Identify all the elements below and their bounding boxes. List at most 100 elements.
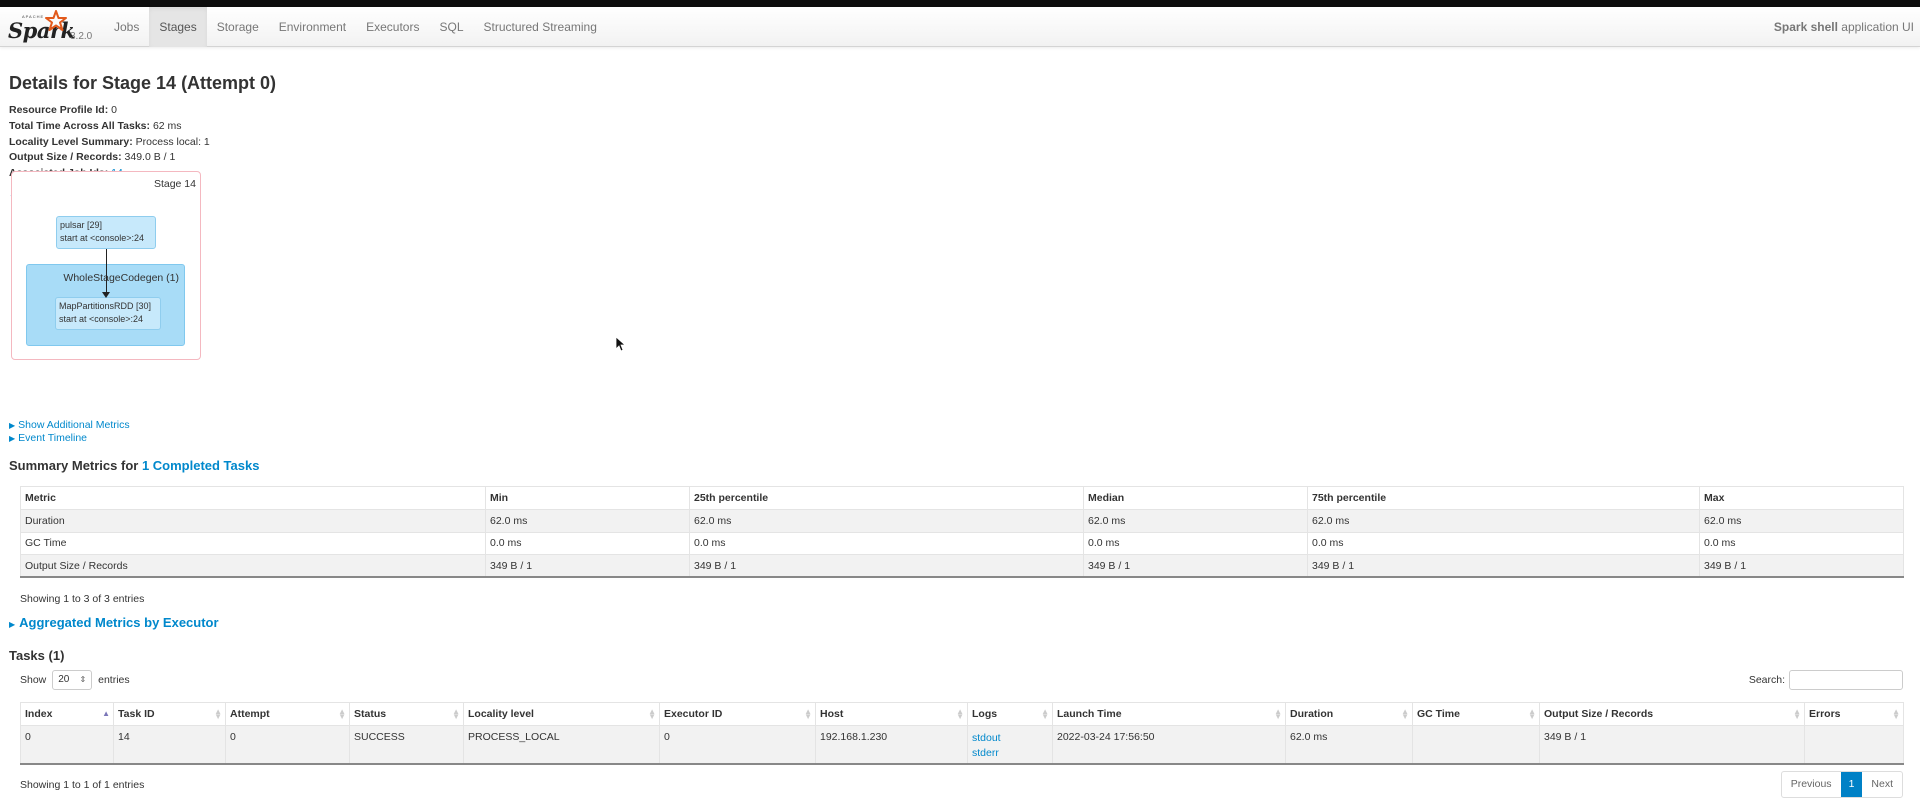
sort-icon: ▲ ▼ [452,707,460,721]
search-input[interactable] [1789,670,1903,690]
sort-icon: ▲ ▼ [1793,707,1801,721]
cell-output: 349 B / 1 [1539,725,1805,765]
header-label: Logs [972,708,998,720]
page-size-value: 20 [58,674,70,685]
dag-cluster-label: WholeStageCodegen (1) [63,272,179,284]
summary-total-time: Total Time Across All Tasks: 62 ms [9,119,1912,135]
event-timeline-toggle[interactable]: ▶ Event Timeline [9,432,87,444]
summary-label: Resource Profile Id: [9,104,109,116]
app-name: Spark shell [1773,20,1838,34]
cell-host: 192.168.1.230 [815,725,968,765]
table-cell: 0.0 ms [485,531,690,555]
table-cell: Duration [20,509,486,532]
summary-label: Locality Level Summary: [9,135,133,148]
column-header-index[interactable]: Index ▲ [20,702,114,726]
tasks-table-info: Showing 1 to 1 of 1 entries [20,779,145,791]
main-content: Details for Stage 14 (Attempt 0) Resourc… [9,47,1912,203]
summary-resource-profile: Resource Profile Id: 0 [9,103,1912,119]
cell-status: SUCCESS [349,725,464,765]
header-label: Errors [1809,708,1841,720]
column-header-min[interactable]: Min [485,486,690,510]
table-row: 0 14 0 SUCCESS PROCESS_LOCAL 0 192.168.1… [20,725,1904,765]
table-cell: 349 B / 1 [1083,554,1308,578]
show-additional-metrics-toggle[interactable]: ▶ Show Additional Metrics [9,419,130,431]
cell-executor-id: 0 [659,725,816,765]
dag-arrowhead-icon [102,292,110,298]
page-size-select[interactable]: 20 ⇕ [52,670,93,690]
summary-locality: Locality Level Summary: Process local: 1 [9,135,1912,151]
completed-tasks-link[interactable]: 1 Completed Tasks [142,458,260,473]
column-header-status[interactable]: Status ▲ ▼ [349,702,464,726]
dag-node-mappartitionsrdd[interactable]: MapPartitionsRDD [30] start at <console>… [55,297,161,330]
tab-stages[interactable]: Stages [149,7,207,47]
sort-icon: ▲ ▼ [1892,707,1900,721]
table-cell: 62.0 ms [689,509,1084,532]
tab-jobs[interactable]: Jobs [104,7,149,47]
column-header-task-id[interactable]: Task ID ▲ ▼ [113,702,226,726]
caret-right-icon: ▶ [9,434,16,443]
page-1-button[interactable]: 1 [1840,772,1863,797]
table-cell: 0.0 ms [1083,531,1308,555]
column-header-gc-time[interactable]: GC Time ▲ ▼ [1412,702,1540,726]
column-header-attempt[interactable]: Attempt ▲ ▼ [225,702,350,726]
tasks-table-wrapper: Index ▲ Task ID ▲ ▼ Attempt ▲ ▼ Status ▲ ▼ Loca… [20,702,1904,765]
aggregated-metrics-toggle[interactable]: ▶ Aggregated Metrics by Executor [9,615,219,630]
table-cell: 349 B / 1 [485,554,690,578]
pagination: Previous 1 Next [1780,771,1903,798]
dag-stage-label: Stage 14 [153,178,196,190]
table-cell: Output Size / Records [20,554,486,578]
summary-value: 62 ms [150,119,182,132]
sort-icon: ▲ ▼ [1401,707,1409,721]
sort-icon: ▲ ▼ [648,707,656,721]
column-header-errors[interactable]: Errors ▲ ▼ [1804,702,1904,726]
dag-node-pulsar[interactable]: pulsar [29] start at <console>:24 [56,216,156,249]
spark-version: 3.2.0 [70,31,93,42]
column-header-median[interactable]: Median [1083,486,1308,510]
app-title: Spark shell application UI [1774,7,1914,47]
spark-logo[interactable]: APACHE Spark 3.2.0 [8,10,98,44]
column-header-max[interactable]: Max [1699,486,1904,510]
search-control: Search: [1749,670,1903,690]
column-header-25th[interactable]: 25th percentile [689,486,1084,510]
navbar: APACHE Spark 3.2.0 Jobs Stages Storage E… [0,7,1920,47]
app-title-suffix: application UI [1837,20,1914,34]
aggregated-metrics-link[interactable]: Aggregated Metrics by Executor [19,615,218,630]
stdout-link[interactable]: stdout [972,732,1001,744]
column-header-metric[interactable]: Metric [20,486,486,510]
tab-environment[interactable]: Environment [269,7,356,47]
caret-right-icon: ▶ [9,421,16,430]
column-header-host[interactable]: Host ▲ ▼ [815,702,968,726]
table-row: GC Time 0.0 ms 0.0 ms 0.0 ms 0.0 ms 0.0 … [20,531,1904,555]
header-label: Launch Time [1057,708,1122,720]
column-header-output[interactable]: Output Size / Records ▲ ▼ [1539,702,1805,726]
header-label: Duration [1290,708,1334,720]
sort-icon: ▲ ▼ [804,707,812,721]
tab-executors[interactable]: Executors [356,7,429,47]
header-label: GC Time [1417,708,1460,720]
stderr-link[interactable]: stderr [972,747,999,759]
column-header-locality[interactable]: Locality level ▲ ▼ [463,702,660,726]
summary-table-info: Showing 1 to 3 of 3 entries [20,593,145,605]
column-header-logs[interactable]: Logs ▲ ▼ [967,702,1053,726]
tab-storage[interactable]: Storage [207,7,269,47]
sort-icon: ▲ ▼ [956,707,964,721]
column-header-duration[interactable]: Duration ▲ ▼ [1285,702,1413,726]
page-length-control: Show 20 ⇕ entries [20,670,130,690]
tab-sql[interactable]: SQL [429,7,473,47]
table-cell: GC Time [20,531,486,555]
column-header-75th[interactable]: 75th percentile [1307,486,1700,510]
previous-page-button[interactable]: Previous [1782,772,1841,797]
header-label: Attempt [230,708,270,720]
cell-index: 0 [20,725,114,765]
column-header-launch-time[interactable]: Launch Time ▲ ▼ [1052,702,1286,726]
cell-logs: stdout stderr [967,725,1053,765]
next-page-button[interactable]: Next [1862,772,1902,797]
cell-launch-time: 2022-03-24 17:56:50 [1052,725,1286,765]
dag-stage-box: Stage 14 WholeStageCodegen (1) pulsar [2… [11,171,201,360]
column-header-executor-id[interactable]: Executor ID ▲ ▼ [659,702,816,726]
summary-metrics-heading: Summary Metrics for 1 Completed Tasks [9,458,259,473]
header-label: Status [354,708,387,720]
tab-structured-streaming[interactable]: Structured Streaming [474,7,607,47]
nav-tabs: Jobs Stages Storage Environment Executor… [104,7,607,47]
table-cell: 349 B / 1 [689,554,1084,578]
